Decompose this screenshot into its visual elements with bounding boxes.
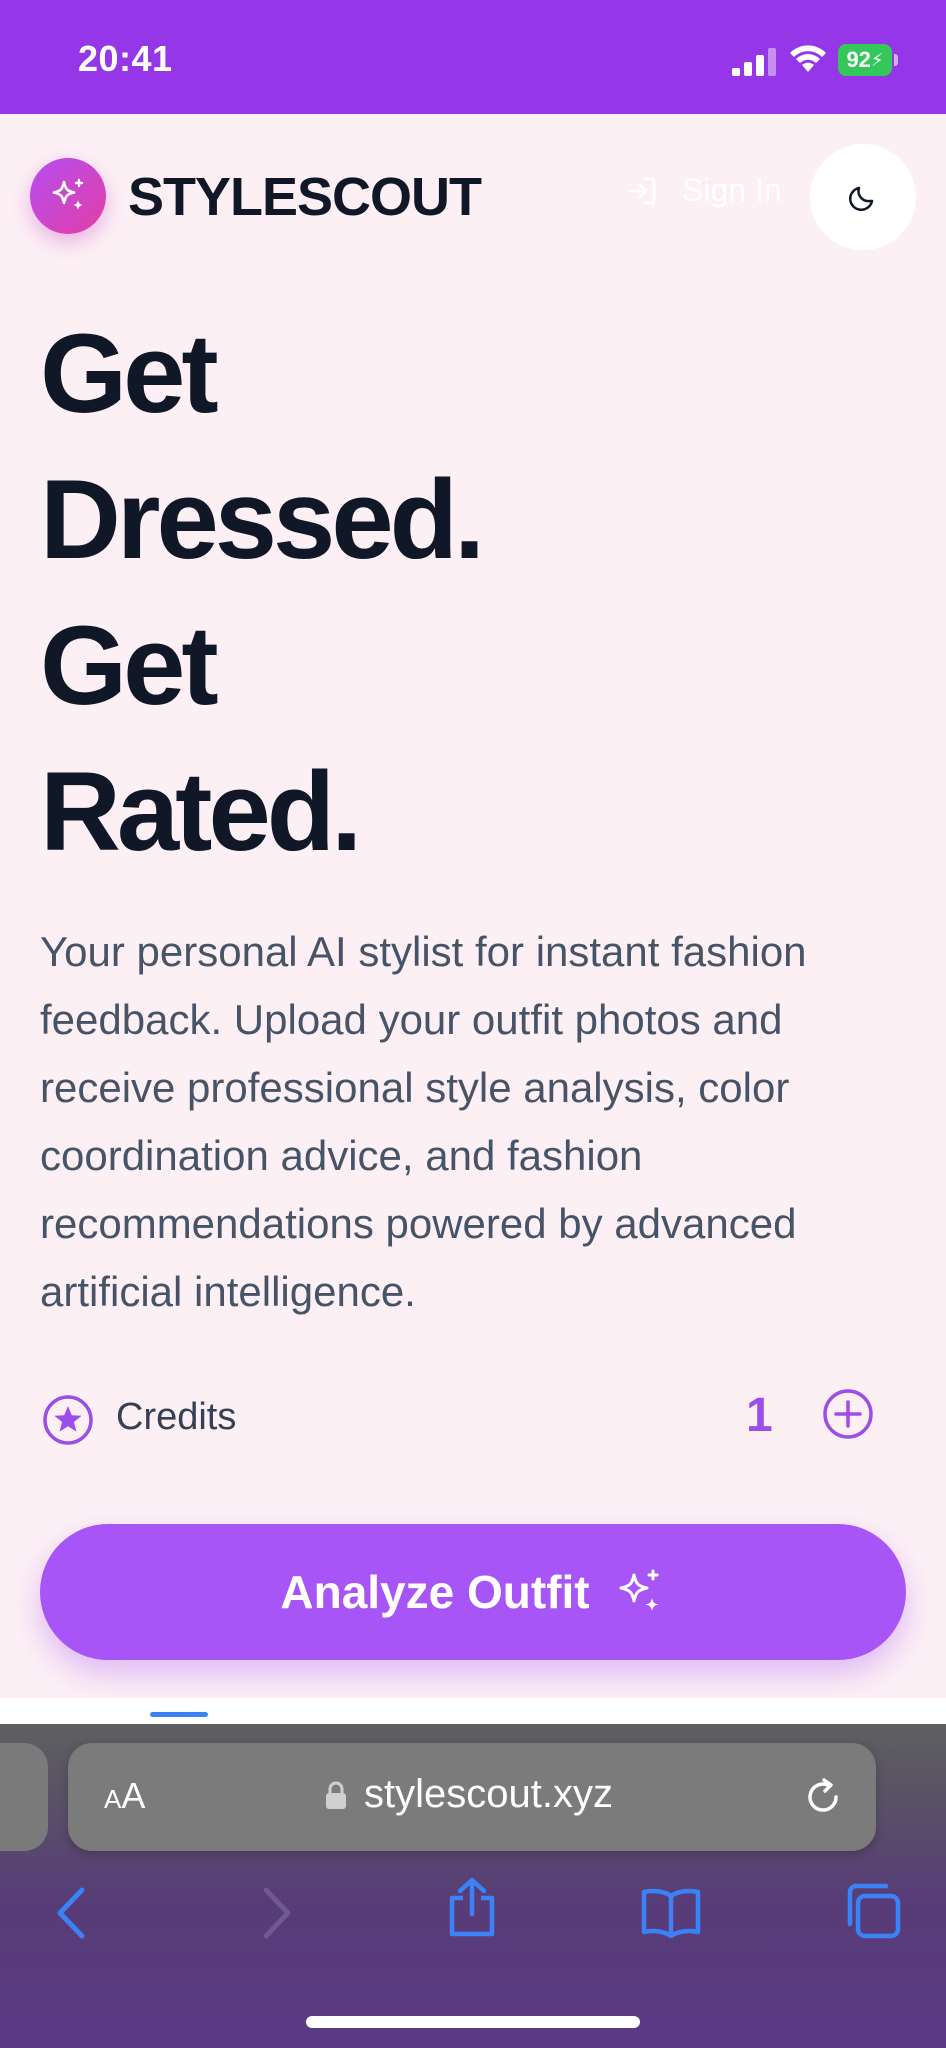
share-icon[interactable] xyxy=(446,1876,498,1938)
wifi-icon xyxy=(790,45,826,72)
hero-line-4: Rated. xyxy=(40,749,362,874)
status-time: 20:41 xyxy=(78,38,173,79)
page-edge xyxy=(0,1698,946,1724)
cellular-signal-icon xyxy=(732,48,776,76)
hero-description: Your personal AI stylist for instant fas… xyxy=(40,928,807,1315)
text-size-large-label: A xyxy=(121,1775,146,1816)
bookmarks-icon[interactable] xyxy=(640,1886,702,1938)
home-indicator[interactable] xyxy=(306,2016,640,2028)
hero-line-1: Get xyxy=(40,311,219,436)
analyze-outfit-button[interactable]: Analyze Outfit xyxy=(40,1524,906,1660)
tabs-icon[interactable] xyxy=(844,1882,902,1940)
star-circle-icon xyxy=(43,1395,93,1445)
add-credits-icon[interactable] xyxy=(822,1388,874,1440)
reload-icon[interactable] xyxy=(800,1774,846,1820)
sparkles-icon xyxy=(619,1569,659,1611)
status-bar: 20:41 92 ⚡ xyxy=(0,0,946,114)
logo-badge[interactable] xyxy=(30,158,106,234)
sparkles-icon xyxy=(52,178,84,210)
battery-icon: 92 ⚡ xyxy=(838,44,898,76)
analyze-outfit-label: Analyze Outfit xyxy=(280,1566,590,1618)
theme-toggle-button[interactable] xyxy=(810,144,916,250)
credits-count: 1 xyxy=(746,1389,773,1442)
sign-in-icon xyxy=(628,177,656,204)
back-icon[interactable] xyxy=(50,1882,92,1944)
forward-icon[interactable] xyxy=(256,1882,298,1944)
hero-line-2: Dressed. xyxy=(40,457,485,582)
sign-in-label: Sign In xyxy=(682,172,782,208)
moon-icon xyxy=(849,186,874,211)
tab-indicator xyxy=(150,1712,208,1717)
credits-label: Credits xyxy=(116,1396,237,1438)
hero-line-3: Get xyxy=(40,603,219,728)
previous-tab-preview[interactable] xyxy=(0,1743,48,1851)
lock-icon xyxy=(326,1781,346,1809)
text-size-button[interactable]: AA xyxy=(104,1775,145,1817)
url-text[interactable]: stylescout.xyz xyxy=(364,1772,613,1817)
sign-in-button[interactable]: Sign In xyxy=(626,172,782,209)
brand-name: STYLESCOUT xyxy=(128,167,482,227)
text-size-small-label: A xyxy=(104,1784,122,1814)
battery-level: 92 xyxy=(846,47,871,72)
